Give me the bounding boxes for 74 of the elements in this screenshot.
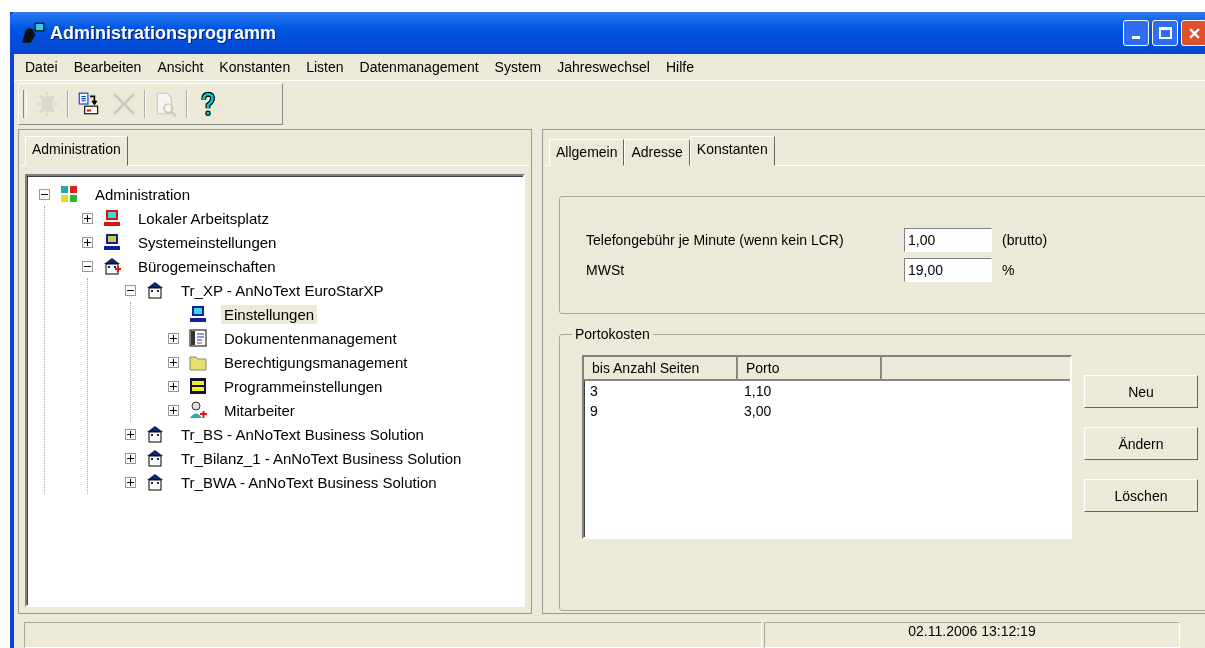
action-button[interactable]: Ändern: [1084, 427, 1198, 460]
table-cell-text: 3: [589, 382, 599, 401]
computer-icon: [103, 209, 121, 227]
tree-item[interactable]: Programmeinstellungen: [221, 376, 386, 396]
tree-item[interactable]: Dokumentenmanagement: [221, 328, 400, 348]
expand-button[interactable]: [168, 332, 179, 344]
tree-item[interactable]: Tr_BWA - AnNoText Business Solution: [178, 472, 440, 492]
menu-item[interactable]: Datenmanagement: [352, 57, 486, 77]
menu-item[interactable]: Konstanten: [212, 57, 298, 77]
minimize-button[interactable]: [1123, 20, 1149, 46]
unit-label: (brutto): [1002, 232, 1048, 248]
column-header[interactable]: bis Anzahl Seiten: [584, 357, 738, 381]
document-icon: [189, 329, 207, 347]
action-button[interactable]: Löschen: [1084, 479, 1198, 512]
tree-item[interactable]: Tr_XP - AnNoText EuroStarXP: [178, 280, 387, 300]
tree-item[interactable]: Tr_Bilanz_1 - AnNoText Business Solution: [178, 448, 465, 468]
tree-item[interactable]: Einstellungen: [221, 304, 318, 324]
unit-label: %: [1002, 262, 1015, 278]
expand-button[interactable]: [125, 476, 136, 488]
expand-button[interactable]: [82, 212, 93, 224]
tab[interactable]: Adresse: [624, 139, 690, 166]
expand-button[interactable]: [125, 452, 136, 464]
collapse-button[interactable]: [39, 188, 50, 200]
expand-button[interactable]: [168, 380, 179, 392]
menu-item[interactable]: Datei: [18, 57, 65, 77]
column-header[interactable]: Porto: [738, 357, 882, 381]
action-button[interactable]: Neu: [1084, 375, 1198, 408]
building-icon: [146, 473, 164, 491]
computer-icon: [189, 305, 207, 323]
input-field[interactable]: 1,00: [904, 228, 992, 252]
field-label: MWSt: [586, 262, 626, 278]
menu-item[interactable]: Listen: [299, 57, 351, 77]
status-datetime: 02.11.2006 13:12:19: [764, 622, 1180, 648]
tab[interactable]: Allgemein: [549, 139, 625, 166]
expand-button[interactable]: [168, 404, 179, 416]
building-icon: [146, 449, 164, 467]
tree-item[interactable]: Administration: [92, 184, 194, 204]
tab[interactable]: Administration: [25, 136, 128, 166]
menu-item[interactable]: Hilfe: [658, 57, 701, 77]
table-cell-text: 9: [589, 402, 599, 421]
tree-item[interactable]: Tr_BS - AnNoText Business Solution: [178, 424, 427, 444]
collapse-button[interactable]: [82, 260, 93, 272]
table-cell-text: 1,10: [743, 382, 773, 401]
expand-button[interactable]: [82, 236, 93, 248]
building-plus-icon: [103, 257, 121, 275]
expand-button[interactable]: [125, 428, 136, 440]
building-icon: [146, 425, 164, 443]
close-icon: [1188, 27, 1200, 39]
tab[interactable]: Konstanten: [689, 136, 775, 166]
field-label: Telefongebühr je Minute (wenn kein LCR): [586, 232, 845, 248]
menu-item[interactable]: System: [487, 57, 549, 77]
person-plus-icon: [189, 401, 207, 419]
table-cell-text: 3,00: [743, 402, 773, 421]
collapse-button[interactable]: [125, 284, 136, 296]
input-field[interactable]: 19,00: [904, 258, 992, 282]
tree-item[interactable]: Berechtigungsmanagement: [221, 352, 411, 372]
tree-item[interactable]: Mitarbeiter: [221, 400, 298, 420]
folder-icon: [189, 353, 207, 371]
close-button[interactable]: [1181, 20, 1205, 46]
tree-item[interactable]: Bürogemeinschaften: [135, 256, 279, 276]
tree-item[interactable]: Systemeinstellungen: [135, 232, 280, 252]
maximize-button[interactable]: [1152, 20, 1178, 46]
menu-item[interactable]: Jahreswechsel: [550, 57, 657, 77]
building-icon: [146, 281, 164, 299]
network-icon: [60, 185, 78, 203]
menu-item[interactable]: Bearbeiten: [66, 57, 149, 77]
computer-icon: [103, 233, 121, 251]
menu-item[interactable]: Ansicht: [150, 57, 211, 77]
settings-icon: [189, 377, 207, 395]
group-title: Portokosten: [572, 326, 653, 342]
app-icon: [20, 22, 46, 44]
window-title: Administrationsprogramm: [50, 22, 278, 44]
expand-button[interactable]: [168, 356, 179, 368]
tree-item[interactable]: Lokaler Arbeitsplatz: [135, 208, 272, 228]
